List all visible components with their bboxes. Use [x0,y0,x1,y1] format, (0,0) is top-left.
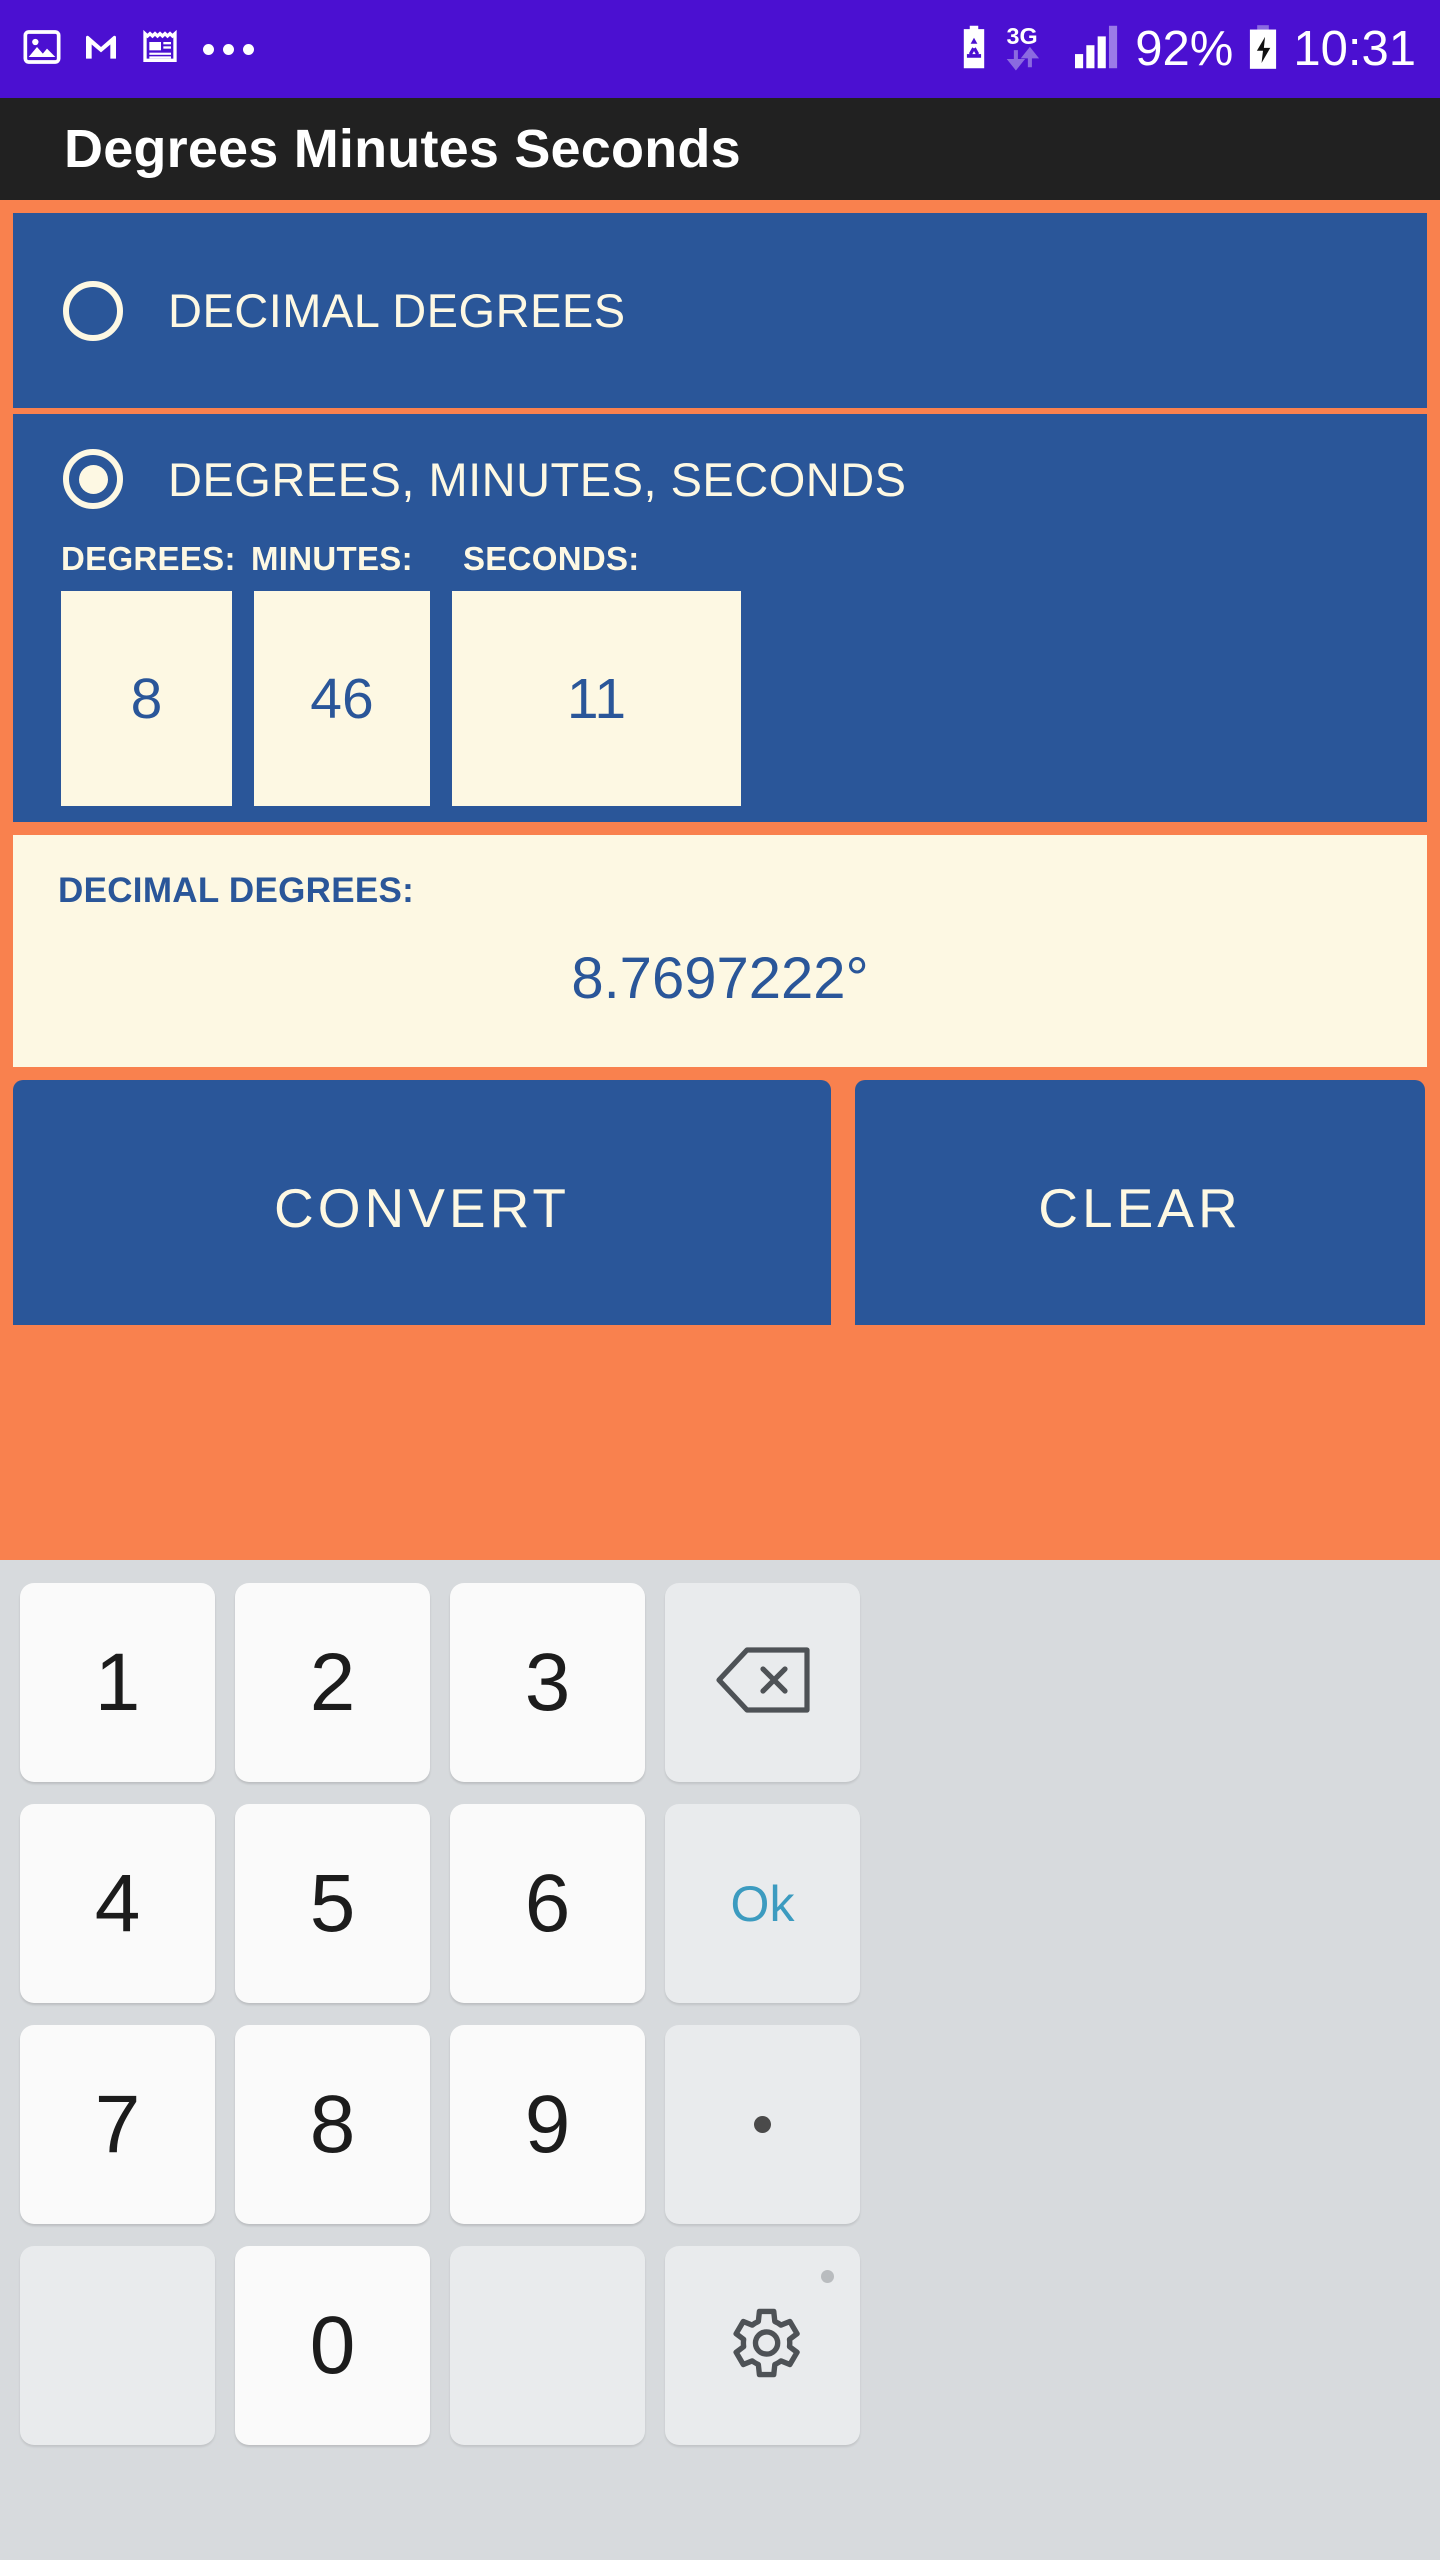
degrees-field-label: DEGREES: [61,540,236,577]
radio-decimal-degrees-icon[interactable] [63,280,123,341]
key-blank-right[interactable] [450,2246,645,2445]
key-1[interactable]: 1 [20,1583,215,1782]
key-0[interactable]: 0 [235,2246,430,2445]
seconds-input-value: 11 [566,666,627,731]
clear-button-label: CLEAR [1038,1177,1242,1239]
convert-button-label: CONVERT [274,1177,570,1239]
key-period[interactable] [665,2025,860,2224]
key-3[interactable]: 3 [450,1583,645,1782]
phone-screen: 3G 92% 10:31 Degrees Minutes Seconds DEC [0,0,1440,2560]
battery-charging-icon [1247,24,1279,74]
seconds-field-label: SECONDS: [463,540,640,577]
key-4[interactable]: 4 [20,1804,215,2003]
news-icon [140,27,180,72]
main-content: DECIMAL DEGREES DEGREES, MINUTES, SECOND… [0,200,1440,1560]
degrees-input-value: 8 [130,666,163,731]
key-9[interactable]: 9 [450,2025,645,2224]
key-settings[interactable] [665,2246,860,2445]
clock-label: 10:31 [1293,21,1416,76]
settings-badge-dot [821,2270,834,2283]
key-1-label: 1 [94,1636,141,1728]
key-7[interactable]: 7 [20,2025,215,2224]
key-6-label: 6 [524,1857,571,1949]
gear-icon [720,2300,806,2391]
key-ok-label: Ok [730,1875,795,1932]
result-value: 8.7697222° [571,946,869,1011]
key-6[interactable]: 6 [450,1804,645,2003]
keyboard-row-4: 0 [20,2246,1420,2445]
photos-icon [22,27,62,72]
svg-text:3G: 3G [1007,22,1038,48]
field-labels-row: DEGREES: MINUTES: SECONDS: [13,540,1427,578]
radio-row-dms[interactable]: DEGREES, MINUTES, SECONDS [13,414,1427,544]
convert-button[interactable]: CONVERT [13,1080,831,1325]
key-ok[interactable]: Ok [665,1804,860,2003]
key-8-label: 8 [309,2078,356,2170]
key-0-label: 0 [309,2299,356,2391]
decimal-degrees-result-panel: DECIMAL DEGREES: 8.7697222° [13,835,1427,1067]
battery-percent-label: 92% [1135,21,1234,76]
period-icon [754,2116,771,2133]
seconds-input[interactable]: 11 [452,591,741,806]
key-8[interactable]: 8 [235,2025,430,2224]
backspace-icon [715,1645,811,1720]
more-icons-overflow [203,43,254,55]
key-5[interactable]: 5 [235,1804,430,2003]
radio-row-decimal[interactable]: DECIMAL DEGREES [13,280,626,341]
field-inputs-row: 8 46 11 [13,591,1427,806]
status-bar: 3G 92% 10:31 [0,0,1440,98]
key-9-label: 9 [524,2078,571,2170]
gmail-icon [81,27,121,72]
result-label: DECIMAL DEGREES: [58,871,415,910]
keyboard-row-2: 4 5 6 Ok [20,1804,1420,2003]
keyboard-row-3: 7 8 9 [20,2025,1420,2224]
radio-dms-icon[interactable] [63,449,123,509]
keyboard-row-1: 1 2 3 [20,1583,1420,1782]
key-2[interactable]: 2 [235,1583,430,1782]
app-bar: Degrees Minutes Seconds [0,98,1440,200]
degrees-input[interactable]: 8 [61,591,232,806]
page-title: Degrees Minutes Seconds [64,119,741,179]
radio-dms-label: DEGREES, MINUTES, SECONDS [168,452,907,506]
key-2-label: 2 [309,1636,356,1728]
action-buttons-row: CONVERT CLEAR [13,1080,1427,1325]
key-blank-left[interactable] [20,2246,215,2445]
signal-bars-icon [1075,25,1121,74]
option-decimal-degrees[interactable]: DECIMAL DEGREES [13,213,1427,408]
status-bar-notification-icons [22,27,254,72]
key-5-label: 5 [309,1857,356,1949]
radio-decimal-degrees-label: DECIMAL DEGREES [168,284,626,337]
key-3-label: 3 [524,1636,571,1728]
clear-button[interactable]: CLEAR [855,1080,1425,1325]
key-4-label: 4 [94,1857,141,1949]
network-3g-icon: 3G [1005,22,1061,77]
numeric-keyboard: 1 2 3 4 5 6 Ok 7 8 9 0 [0,1560,1440,2560]
key-backspace[interactable] [665,1583,860,1782]
battery-saver-icon [957,25,991,74]
option-degrees-minutes-seconds[interactable]: DEGREES, MINUTES, SECONDS DEGREES: MINUT… [13,414,1427,822]
minutes-input-value: 46 [310,666,374,731]
status-bar-system-icons: 3G 92% 10:31 [957,22,1416,77]
minutes-field-label: MINUTES: [251,540,413,577]
key-7-label: 7 [94,2078,141,2170]
minutes-input[interactable]: 46 [254,591,430,806]
